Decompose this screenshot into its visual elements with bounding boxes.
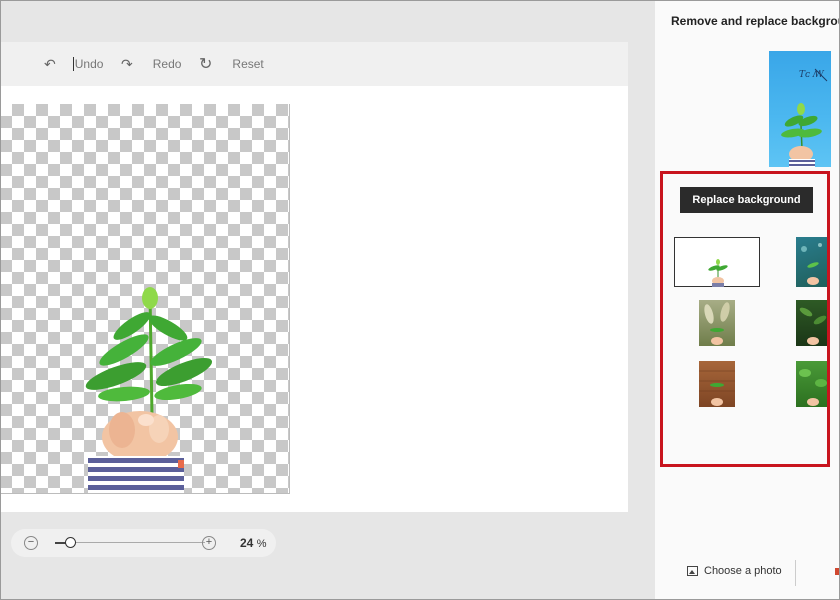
fern-hand-cutout-image (85, 287, 213, 493)
zoom-slider-handle[interactable] (65, 537, 76, 548)
zoom-slider-track[interactable] (55, 537, 205, 548)
choose-photo-label: Choose a photo (704, 565, 782, 577)
zoom-level-unit: % (256, 538, 267, 550)
zoom-out-button[interactable]: − (24, 536, 38, 550)
redo-button[interactable]: ↷ Redo (121, 42, 181, 86)
reset-button[interactable]: ↻ Reset (199, 42, 264, 86)
redo-arrow-icon: ↷ (121, 55, 133, 72)
panel-footer-divider (795, 560, 796, 586)
zoom-level-readout: 24 % (240, 536, 266, 550)
editor-toolbar: ↶ Undo ↷ Redo ↻ Reset (0, 42, 628, 87)
redo-label: Redo (152, 57, 182, 71)
background-panel: Remove and replace backgrou Tᴄ ꟿ Replace… (655, 0, 840, 600)
zoom-control: − + 24 % (11, 529, 276, 557)
undo-arrow-icon: ↶ (44, 55, 56, 72)
original-image-preview[interactable]: Tᴄ ꟿ (769, 51, 831, 167)
reset-label: Reset (232, 57, 264, 71)
choose-photo-button[interactable]: Choose a photo (687, 565, 782, 577)
partial-footer-icon[interactable] (835, 568, 840, 575)
transparent-image-preview[interactable] (0, 104, 290, 494)
photo-icon (687, 566, 698, 576)
undo-label: Undo (72, 57, 104, 71)
zoom-level-value: 24 (240, 536, 254, 550)
replace-background-highlight (660, 171, 830, 467)
preview-image: Tᴄ ꟿ (781, 68, 828, 167)
reset-rotate-icon: ↻ (199, 56, 213, 73)
zoom-in-button[interactable]: + (202, 536, 216, 550)
panel-title: Remove and replace backgrou (671, 14, 840, 28)
editor-area: ↶ Undo ↷ Redo ↻ Reset − + 24 % (0, 0, 655, 600)
undo-button[interactable]: ↶ Undo (44, 42, 103, 86)
